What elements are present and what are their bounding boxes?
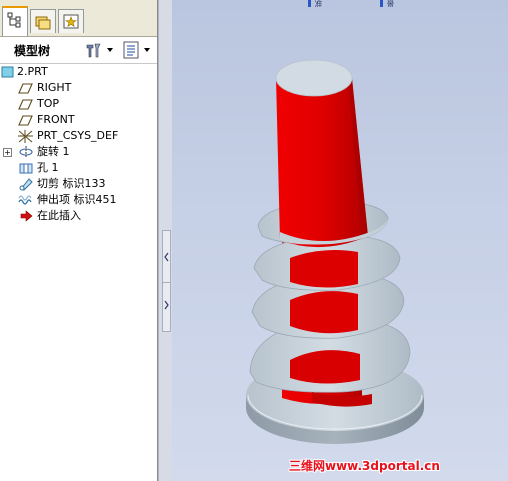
tree-item-top-plane[interactable]: TOP (0, 96, 157, 112)
tree-item-label: 在此插入 (37, 209, 81, 222)
collapse-left-handle[interactable] (162, 230, 171, 284)
protrusion-icon (18, 195, 32, 205)
revolve-icon (19, 146, 33, 158)
model-tree-icon (7, 12, 21, 28)
tree-item-front-plane[interactable]: FRONT (0, 112, 157, 128)
tree-item-label: FRONT (37, 113, 75, 126)
coordinate-system-icon (18, 130, 33, 143)
tree-item-hole[interactable]: 孔 1 (0, 160, 157, 176)
tree-item-right-plane[interactable]: RIGHT (0, 80, 157, 96)
tree-item-insert-here[interactable]: 在此插入 (0, 208, 157, 224)
cut-icon (19, 178, 33, 191)
datum-plane-icon (18, 115, 33, 126)
panel-splitter[interactable] (158, 0, 173, 481)
watermark-text: 三维网www.3dportal.cn (289, 459, 440, 473)
list-options-icon (123, 41, 150, 59)
expand-right-handle[interactable] (162, 282, 171, 332)
chevron-right-icon (164, 300, 169, 310)
tree-item-label: TOP (37, 97, 60, 110)
favorites-icon (63, 14, 79, 29)
model-tree-toolbar: 模型树 (0, 37, 157, 64)
tree-item-label: 孔 1 (37, 161, 59, 174)
tree-item-label: PRT_CSYS_DEF (37, 129, 119, 142)
navigator-tab-strip (0, 0, 157, 37)
folder-icon (35, 16, 51, 30)
tree-item-label: 旋转 1 (37, 145, 70, 158)
hole-icon (19, 163, 33, 174)
model-tree-panel: 模型树 2.PRT RIGHT TOP FRONT PRT_CSYS_DEF +… (0, 0, 158, 481)
3d-model-render[interactable] (172, 0, 508, 481)
model-tree: 2.PRT RIGHT TOP FRONT PRT_CSYS_DEF + 旋转 … (0, 64, 157, 224)
tree-item-label: 切剪 标识133 (37, 177, 106, 190)
tree-item-label: 伸出项 标识451 (37, 193, 117, 206)
tree-item-protrusion[interactable]: 伸出项 标识451 (0, 192, 157, 208)
settings-button[interactable] (84, 40, 118, 60)
graphics-window[interactable]: 准 景 三维网www.3dportal.cn (172, 0, 508, 481)
tree-item-cut[interactable]: 切剪 标识133 (0, 176, 157, 192)
part-icon (1, 66, 14, 78)
datum-plane-icon (18, 83, 33, 94)
tab-model-tree[interactable] (2, 6, 28, 36)
chevron-left-icon (164, 252, 169, 262)
tab-favorites[interactable] (58, 9, 84, 33)
insert-here-arrow-icon (20, 210, 33, 222)
tree-item-label: 2.PRT (17, 65, 48, 78)
tree-item-revolve[interactable]: + 旋转 1 (0, 144, 157, 160)
red-shaft (275, 59, 368, 248)
tree-item-csys[interactable]: PRT_CSYS_DEF (0, 128, 157, 144)
tab-folder-browser[interactable] (30, 9, 56, 33)
settings-tools-icon (86, 43, 113, 58)
tree-item-label: RIGHT (37, 81, 72, 94)
model-tree-title: 模型树 (14, 44, 51, 58)
datum-plane-icon (18, 99, 33, 110)
show-options-button[interactable] (122, 40, 154, 60)
expand-toggle[interactable]: + (3, 148, 12, 157)
tree-item-part[interactable]: 2.PRT (0, 64, 157, 80)
